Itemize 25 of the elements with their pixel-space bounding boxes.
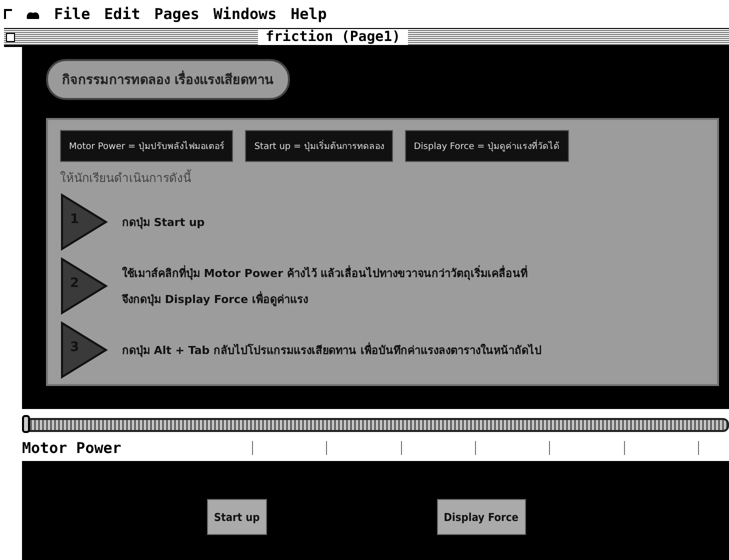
legend-label: Start up = ปุ่มเริ่มต้นการทดลอง (245, 130, 393, 162)
action-button[interactable]: Start up (207, 499, 267, 535)
action-button[interactable]: Display Force (436, 499, 526, 535)
menu-item[interactable]: Pages (154, 5, 200, 23)
slider-thumb[interactable] (22, 415, 30, 433)
menu-item[interactable]: File (54, 5, 90, 23)
slider-label: Motor Power (22, 439, 122, 457)
window-title: friction (Page1) (258, 29, 408, 45)
menu-item[interactable]: Windows (213, 5, 277, 23)
heading-banner: กิจกรรมการทดลอง เรื่องแรงเสียดทาน (46, 59, 290, 100)
step-text: จึงกดปุ่ม Display Force เพื่อดูค่าแรง (122, 290, 309, 308)
step-text: กดปุ่ม Alt + Tab กลับไปโปรแกรมแรงเสียดทาน เพื่อบันทึกค่าแรงลงตารางในหน้าถัดไป (122, 341, 542, 359)
slider[interactable] (22, 415, 729, 435)
step-text: กดปุ่ม Start up (122, 215, 205, 231)
arrow-icon (60, 257, 108, 315)
corner-icon (4, 9, 12, 19)
instruction-text: ให้นักเรียนดำเนินการดังนี้ (60, 168, 192, 187)
menu-item[interactable]: Help (290, 5, 327, 23)
step-text: ใช้เมาส์คลิกที่ปุ่ม Motor Power ค้างไว้ แล้วเลื่อนไปทางขวาจนกว่าวัตถุเริ่มเคลื่อนที่ (122, 264, 528, 282)
legend-label: Display Force = ปุ่มดูค่าแรงที่วัดได้ (404, 130, 569, 162)
arrow-icon (60, 193, 108, 251)
arrow-icon (60, 321, 108, 379)
close-box[interactable] (6, 32, 15, 42)
legend-label: Motor Power = ปุ่มปรับพลังไฟมอเตอร์ (60, 130, 234, 162)
menu-item[interactable]: Edit (104, 5, 140, 23)
